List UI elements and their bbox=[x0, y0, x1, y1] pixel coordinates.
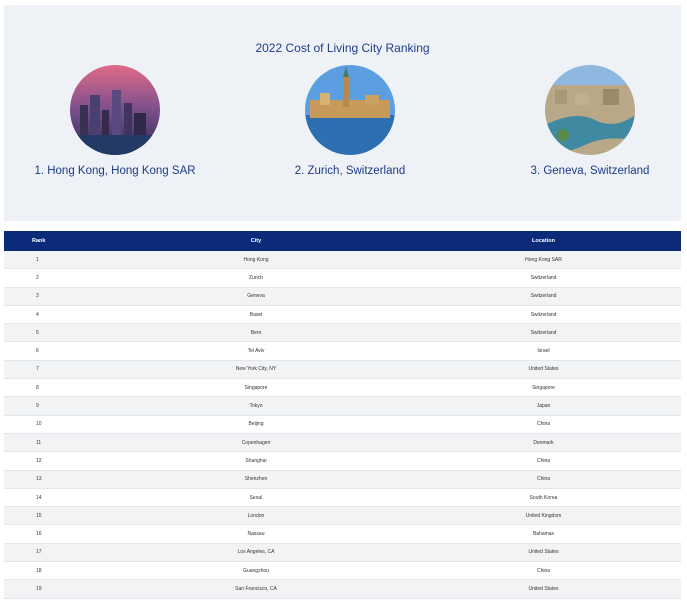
city-cell: Shenzhen bbox=[106, 470, 406, 489]
rank-cell: 2 bbox=[4, 268, 106, 288]
city-cell: Tokyo bbox=[106, 396, 406, 416]
location-cell: United States bbox=[406, 579, 681, 599]
location-cell: Switzerland bbox=[406, 287, 681, 306]
city-cell: Tel Aviv bbox=[106, 341, 406, 361]
city-cell: San Francisco, CA bbox=[106, 579, 406, 599]
city-caption-3: 3. Geneva, Switzerland bbox=[530, 165, 650, 177]
location-cell: Japan bbox=[406, 396, 681, 416]
zurich-image bbox=[305, 65, 395, 155]
location-cell: United States bbox=[406, 543, 681, 563]
table-row: 3 Geneva Switzerland bbox=[4, 287, 681, 306]
rank-cell: 5 bbox=[4, 323, 106, 343]
table-row: 1 Hong Kong Hong Kong SAR bbox=[4, 251, 681, 270]
location-cell: China bbox=[406, 470, 681, 489]
city-cell: Nassau bbox=[106, 524, 406, 544]
table-row: 13 Shenzhen China bbox=[4, 470, 681, 489]
hong-kong-image bbox=[70, 65, 160, 155]
location-cell: Bahamas bbox=[406, 524, 681, 544]
table-body: 1 Hong Kong Hong Kong SAR 2 Zurich Switzerlan… bbox=[4, 251, 681, 599]
city-card-3: 3. Geneva, Switzerland bbox=[490, 65, 687, 177]
location-cell: Switzerland bbox=[406, 305, 681, 325]
city-cell: Seoul bbox=[106, 488, 406, 508]
city-card-2: 2. Zurich, Switzerland bbox=[250, 65, 450, 177]
rank-cell: 4 bbox=[4, 305, 106, 325]
ranking-table: Rank City Location 1 Hong Kong Hong Kong S… bbox=[4, 231, 681, 599]
city-caption-2: 2. Zurich, Switzerland bbox=[294, 165, 406, 177]
table-header-row: Rank City Location bbox=[4, 231, 681, 251]
rank-cell: 18 bbox=[4, 561, 106, 581]
hero-banner: 2022 Cost of Living City Ranking 1. Hong… bbox=[4, 5, 681, 221]
location-cell: China bbox=[406, 451, 681, 471]
city-cell: Beijing bbox=[106, 415, 406, 434]
location-cell: China bbox=[406, 561, 681, 581]
location-cell: Hong Kong SAR bbox=[406, 251, 681, 270]
rank-cell: 14 bbox=[4, 488, 106, 508]
city-cell: Copenhagen bbox=[106, 433, 406, 453]
rank-cell: 15 bbox=[4, 506, 106, 526]
location-cell: Israel bbox=[406, 341, 681, 361]
location-cell: Switzerland bbox=[406, 323, 681, 343]
table-row: 6 Tel Aviv Israel bbox=[4, 341, 681, 361]
city-caption-1: 1. Hong Kong, Hong Kong SAR bbox=[34, 165, 196, 177]
location-cell: United States bbox=[406, 360, 681, 380]
rank-cell: 16 bbox=[4, 524, 106, 544]
city-cell: Geneva bbox=[106, 287, 406, 306]
rank-cell: 9 bbox=[4, 396, 106, 416]
city-cell: Singapore bbox=[106, 378, 406, 398]
rank-cell: 12 bbox=[4, 451, 106, 471]
location-cell: South Korea bbox=[406, 488, 681, 508]
rank-cell: 1 bbox=[4, 251, 106, 270]
table-row: 12 Shanghai China bbox=[4, 451, 681, 471]
table-row: 15 London United Kingdom bbox=[4, 506, 681, 526]
rank-cell: 6 bbox=[4, 341, 106, 361]
rank-cell: 17 bbox=[4, 543, 106, 563]
city-header: City bbox=[106, 231, 406, 251]
rank-cell: 19 bbox=[4, 579, 106, 599]
location-cell: Switzerland bbox=[406, 268, 681, 288]
table-row: 8 Singapore Singapore bbox=[4, 378, 681, 398]
rank-cell: 3 bbox=[4, 287, 106, 306]
table-row: 11 Copenhagen Denmark bbox=[4, 433, 681, 453]
rank-cell: 8 bbox=[4, 378, 106, 398]
table-row: 18 Guangzhou China bbox=[4, 561, 681, 581]
rank-cell: 10 bbox=[4, 415, 106, 434]
geneva-image bbox=[545, 65, 635, 155]
page-title: 2022 Cost of Living City Ranking bbox=[255, 41, 430, 55]
table-row: 19 San Francisco, CA United States bbox=[4, 579, 681, 599]
table-row: 4 Basel Switzerland bbox=[4, 305, 681, 325]
rank-cell: 7 bbox=[4, 360, 106, 380]
table-row: 9 Tokyo Japan bbox=[4, 396, 681, 416]
city-cell: Los Angeles, CA bbox=[106, 543, 406, 563]
city-cell: Hong Kong bbox=[106, 251, 406, 270]
location-header: Location bbox=[406, 231, 681, 251]
rank-header: Rank bbox=[4, 231, 106, 251]
location-cell: Singapore bbox=[406, 378, 681, 398]
table-row: 14 Seoul South Korea bbox=[4, 488, 681, 508]
city-cell: Bern bbox=[106, 323, 406, 343]
rank-cell: 11 bbox=[4, 433, 106, 453]
location-cell: United Kingdom bbox=[406, 506, 681, 526]
city-card-1: 1. Hong Kong, Hong Kong SAR bbox=[15, 65, 215, 177]
table-row: 16 Nassau Bahamas bbox=[4, 524, 681, 544]
city-cell: Zurich bbox=[106, 268, 406, 288]
city-cell: Shanghai bbox=[106, 451, 406, 471]
city-cell: New York City, NY bbox=[106, 360, 406, 380]
location-cell: Denmark bbox=[406, 433, 681, 453]
table-row: 7 New York City, NY United States bbox=[4, 360, 681, 380]
table-row: 5 Bern Switzerland bbox=[4, 323, 681, 343]
table-row: 10 Beijing China bbox=[4, 415, 681, 434]
table-row: 17 Los Angeles, CA United States bbox=[4, 543, 681, 563]
city-cell: London bbox=[106, 506, 406, 526]
rank-cell: 13 bbox=[4, 470, 106, 489]
table-row: 2 Zurich Switzerland bbox=[4, 268, 681, 288]
city-cell: Basel bbox=[106, 305, 406, 325]
city-cell: Guangzhou bbox=[106, 561, 406, 581]
location-cell: China bbox=[406, 415, 681, 434]
